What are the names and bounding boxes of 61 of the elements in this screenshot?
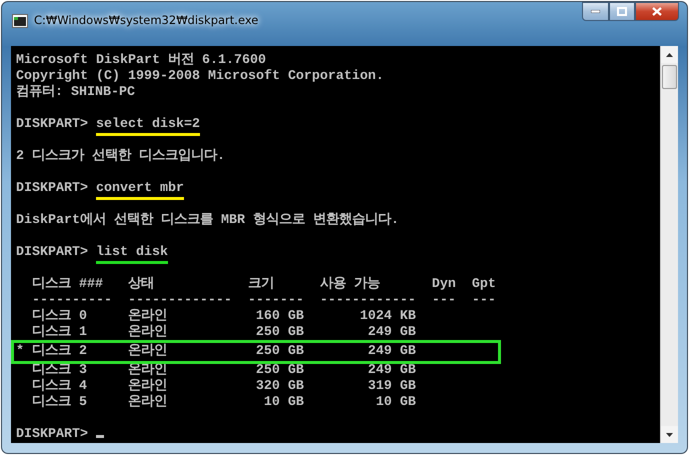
disk-name: 디스크 3 [32,363,87,378]
disk-free: 249 GB [368,325,416,340]
scroll-up-icon[interactable] [661,46,678,63]
disk-size: 10 GB [264,395,304,410]
minimize-button[interactable] [582,2,609,21]
console-text: 컴퓨터: SHINB-PC [16,85,135,100]
console-text: Copyright (C) 1999-2008 Microsoft Corporation. [16,69,384,84]
scroll-thumb[interactable] [662,65,677,89]
command-prompt: DISKPART> [16,181,88,196]
window-title: C:₩Windows₩system32₩diskpart.exe [34,13,258,27]
scroll-down-icon[interactable] [661,426,678,443]
selection-marker: * [16,344,24,359]
disk-status: 온라인 [128,344,167,359]
disk-status: 온라인 [128,379,167,394]
disk-name: 디스크 0 [32,309,87,324]
disk-name: 디스크 5 [32,395,87,410]
disk-size: 160 GB [256,309,304,324]
column-header: Dyn [432,277,457,293]
disk-free: 1024 KB [360,309,416,324]
scrollbar[interactable] [660,46,678,443]
disk-name: 디스크 2 [32,344,87,359]
close-button[interactable] [635,2,679,21]
disk-status: 온라인 [128,309,167,324]
disk-free: 249 GB [368,363,416,378]
disk-free: 249 GB [368,344,416,359]
minimize-icon [591,10,600,13]
column-header: Gpt [472,277,496,293]
column-rule: ------------- [128,293,233,308]
console-text: Microsoft DiskPart 버전 6.1.7600 [16,53,266,68]
disk-size: 320 GB [256,379,304,394]
command-prompt: DISKPART> [16,245,88,260]
command-text: list disk [96,245,168,264]
maximize-button[interactable] [609,2,635,21]
console-text: 2 디스크가 선택한 디스크입니다. [16,149,225,164]
disk-free: 10 GB [376,395,416,410]
column-header: 상태 [128,277,155,293]
command-text: select disk=2 [96,117,200,136]
disk-free: 319 GB [368,379,416,394]
column-rule: --- [432,293,457,309]
maximize-icon [617,7,627,16]
disk-name: 디스크 4 [32,379,87,394]
column-rule: ---------- [32,293,113,308]
column-rule: --- [472,293,496,309]
column-header: 디스크 ### [32,277,104,293]
disk-size: 250 GB [256,344,304,359]
disk-name: 디스크 1 [32,325,87,340]
column-header: 크기 [248,277,275,293]
console-text: DiskPart에서 선택한 디스크를 MBR 형식으로 변환했습니다. [16,213,399,228]
text-cursor [96,435,104,438]
disk-size: 250 GB [256,325,304,340]
column-rule: ------------ [320,293,417,309]
command-prompt: DISKPART> [16,427,88,442]
disk-status: 온라인 [128,325,167,340]
command-prompt: DISKPART> [16,117,88,132]
disk-size: 250 GB [256,363,304,378]
close-icon [652,7,662,16]
column-rule: ------- [248,293,305,309]
disk-status: 온라인 [128,395,167,410]
column-header: 사용 가능 [320,277,381,293]
command-text: convert mbr [96,181,184,200]
console-icon [12,14,28,28]
